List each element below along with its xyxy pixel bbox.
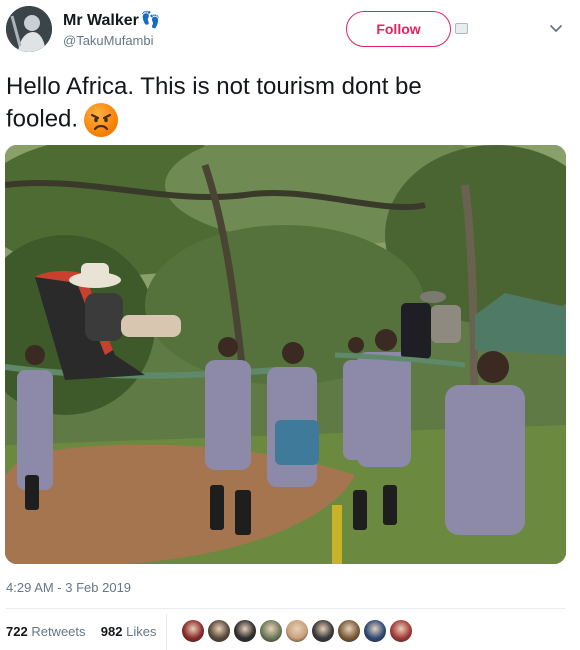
- likes-label[interactable]: Likes: [126, 624, 156, 639]
- avatar-image: [6, 6, 52, 52]
- tweet-photo[interactable]: [5, 145, 566, 564]
- display-name[interactable]: Mr Walker 👣: [63, 10, 161, 30]
- liker-avatar[interactable]: [285, 619, 309, 643]
- liker-avatar[interactable]: [233, 619, 257, 643]
- stats-separator: [166, 614, 167, 650]
- liker-avatar[interactable]: [259, 619, 283, 643]
- tweet-timestamp[interactable]: 4:29 AM - 3 Feb 2019: [6, 580, 131, 595]
- tweet-text-line-2: fooled.: [6, 103, 566, 137]
- footprints-emoji: 👣: [140, 12, 161, 29]
- user-handle[interactable]: @TakuMufambi: [63, 33, 154, 48]
- angry-face-icon: [84, 103, 119, 137]
- liker-avatar[interactable]: [337, 619, 361, 643]
- tweet-text-line-2-words: fooled.: [6, 105, 79, 133]
- tweet-stats: 722 Retweets 982 Likes: [6, 624, 156, 639]
- tweet-text-line-1: Hello Africa. This is not tourism dont b…: [6, 73, 422, 100]
- liker-avatar[interactable]: [207, 619, 231, 643]
- liker-avatar[interactable]: [363, 619, 387, 643]
- chevron-down-icon[interactable]: [549, 22, 563, 36]
- photo-image: [5, 145, 566, 564]
- tweet-header: Mr Walker 👣 @TakuMufambi Follow: [0, 0, 580, 60]
- avatar[interactable]: [6, 6, 52, 52]
- tweet-text: Hello Africa. This is not tourism dont b…: [6, 71, 566, 137]
- liker-avatar[interactable]: [311, 619, 335, 643]
- divider: [6, 608, 566, 609]
- retweets-label[interactable]: Retweets: [31, 624, 85, 639]
- follow-button[interactable]: Follow: [346, 11, 451, 47]
- display-name-text: Mr Walker: [63, 12, 139, 29]
- liker-avatar[interactable]: [181, 619, 205, 643]
- liker-avatars: [181, 619, 415, 645]
- likes-count[interactable]: 982: [101, 624, 123, 639]
- liker-avatar[interactable]: [389, 619, 413, 643]
- more-options-icon[interactable]: [455, 23, 468, 34]
- retweets-count[interactable]: 722: [6, 624, 28, 639]
